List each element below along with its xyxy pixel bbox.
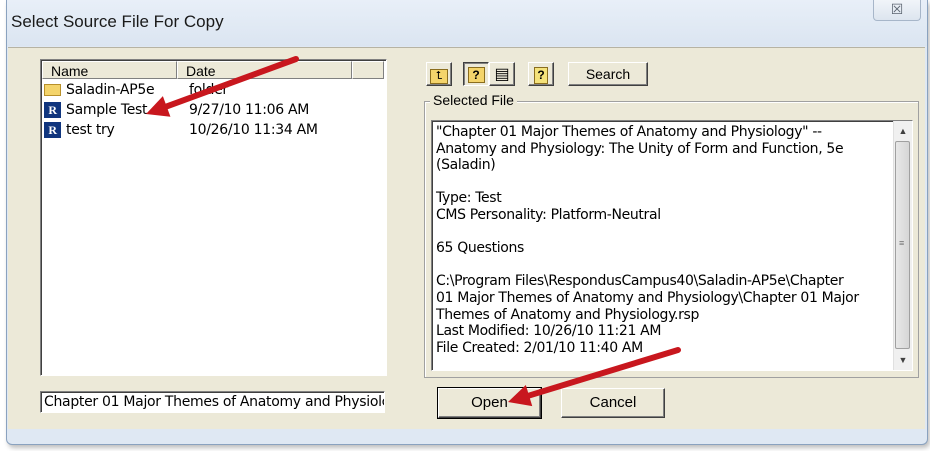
respondus-file-icon: R (44, 102, 61, 118)
list-item-name: Sample Test (66, 102, 148, 118)
folder-icon (44, 84, 61, 96)
info-line: 65 Questions (436, 240, 524, 257)
info-line (436, 224, 886, 241)
grip-icon: ≡ (899, 238, 905, 248)
info-line: Themes of Anatomy and Physiology.rsp (436, 306, 699, 323)
close-button[interactable]: ☒ (873, 0, 921, 21)
column-header-date[interactable]: Date (177, 61, 352, 79)
list-view-icon: ▤ (494, 66, 510, 83)
dialog-title: Select Source File For Copy (11, 12, 224, 31)
help-button[interactable]: ? (528, 62, 554, 86)
info-line: Anatomy and Physiology: The Unity of For… (436, 140, 844, 157)
filename-field[interactable]: Chapter 01 Major Themes of Anatomy and P… (40, 391, 385, 413)
info-line: 01 Major Themes of Anatomy and Physiolog… (436, 289, 859, 306)
cancel-button[interactable]: Cancel (561, 388, 665, 418)
info-view-icon: ? (467, 67, 485, 83)
info-line (436, 257, 886, 274)
scroll-thumb[interactable]: ≡ (895, 141, 910, 349)
file-list[interactable]: Name Date Saladin-AP5e folder R Sample T… (40, 59, 387, 376)
list-item-file[interactable]: R test try 10/26/10 11:34 AM (44, 120, 374, 140)
info-line (436, 174, 886, 191)
scroll-down-arrow-icon[interactable]: ▼ (894, 351, 912, 369)
close-icon: ☒ (890, 1, 904, 17)
vertical-scrollbar[interactable]: ▲ ≡ ▼ (893, 121, 912, 370)
scroll-up-arrow-icon[interactable]: ▲ (894, 122, 912, 140)
up-folder-button[interactable]: ⮤ (426, 62, 452, 86)
info-line: CMS Personality: Platform-Neutral (436, 206, 661, 223)
list-item-date: 10/26/10 11:34 AM (189, 122, 318, 138)
list-item-folder[interactable]: Saladin-AP5e folder (44, 80, 374, 100)
list-item-name: test try (66, 122, 115, 138)
info-line: C:\Program Files\RespondusCampus40\Salad… (436, 273, 844, 290)
list-item-name: Saladin-AP5e (66, 82, 155, 98)
dialog-body: Name Date Saladin-AP5e folder R Sample T… (8, 47, 925, 429)
info-line: Last Modified: 10/26/10 11:21 AM (436, 323, 662, 340)
search-button[interactable]: Search (568, 62, 648, 86)
list-view-button[interactable]: ▤ (489, 62, 515, 86)
list-item-file[interactable]: R Sample Test 9/27/10 11:06 AM (44, 100, 374, 120)
list-item-date: folder (189, 82, 228, 98)
open-button[interactable]: Open (437, 387, 542, 419)
help-icon: ? (534, 67, 548, 84)
select-source-file-dialog: Select Source File For Copy ☒ Name Date … (6, 0, 928, 445)
info-line: "Chapter 01 Major Themes of Anatomy and … (436, 124, 822, 140)
selected-file-group-label: Selected File (430, 92, 517, 108)
respondus-file-icon: R (44, 122, 61, 138)
list-item-date: 9/27/10 11:06 AM (189, 102, 310, 118)
selected-file-info[interactable]: "Chapter 01 Major Themes of Anatomy and … (431, 120, 913, 371)
info-line: (Saladin) (436, 157, 496, 174)
info-view-button[interactable]: ? (463, 62, 489, 86)
up-folder-icon: ⮤ (430, 69, 448, 84)
info-line: Type: Test (436, 190, 502, 207)
selected-file-details: "Chapter 01 Major Themes of Anatomy and … (436, 124, 886, 356)
info-line: File Created: 2/01/10 11:40 AM (436, 339, 643, 356)
column-header-filler (352, 61, 384, 79)
title-bar: Select Source File For Copy ☒ (7, 0, 927, 46)
column-header-name[interactable]: Name (42, 61, 177, 79)
